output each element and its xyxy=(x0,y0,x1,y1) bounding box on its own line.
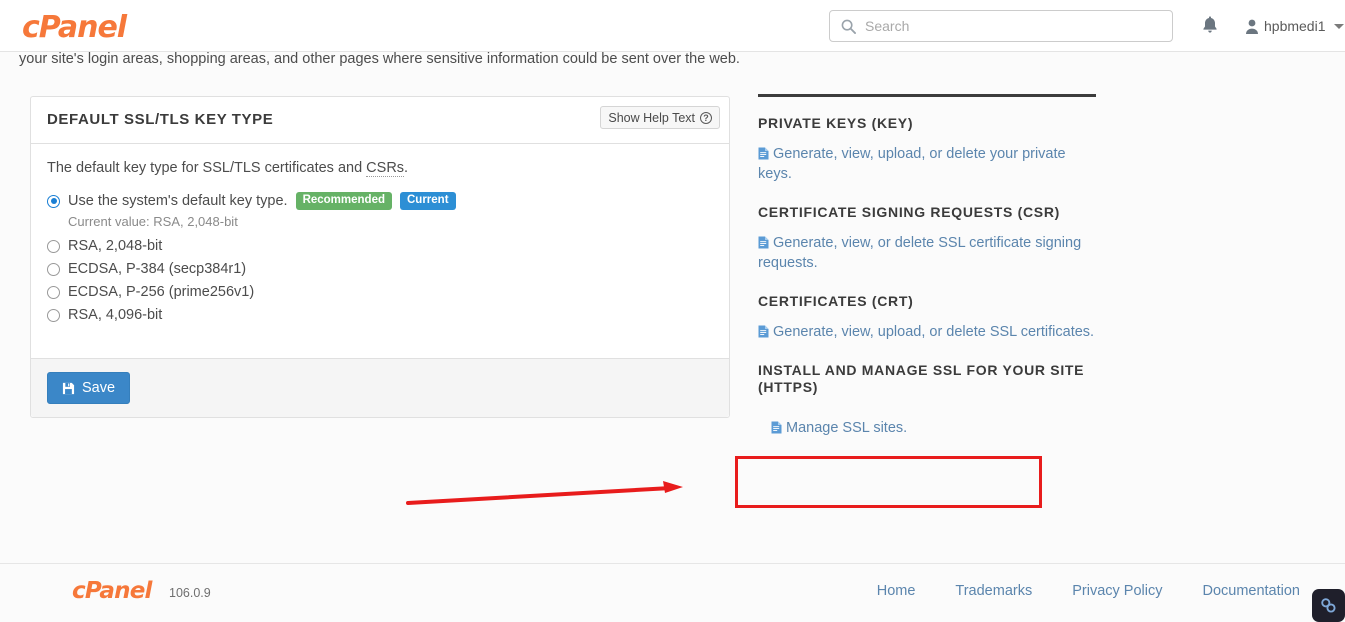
sidebar-link-private-keys[interactable]: Generate, view, upload, or delete your p… xyxy=(758,144,1096,184)
radio-button[interactable] xyxy=(47,194,60,208)
radio-label: Use the system's default key type. xyxy=(68,193,288,209)
default-ssl-key-type-panel: DEFAULT SSL/TLS KEY TYPE Show Help Text … xyxy=(30,96,730,418)
document-icon xyxy=(771,421,782,434)
annotation-highlight-box xyxy=(735,456,1042,508)
app-header: cPanel hpbmedi1 xyxy=(0,0,1345,52)
chevron-down-icon xyxy=(1333,23,1344,29)
section-title: PRIVATE KEYS (KEY) xyxy=(758,115,914,131)
sidebar-divider xyxy=(758,94,1096,97)
section-title: CERTIFICATES (CRT) xyxy=(758,293,914,309)
notifications-bell-icon[interactable] xyxy=(1201,15,1219,35)
sidebar-section-certificates: CERTIFICATES (CRT) Generate, view, uploa… xyxy=(758,293,1096,342)
sidebar-link-label: Generate, view, upload, or delete SSL ce… xyxy=(773,324,1095,340)
show-help-text-button[interactable]: Show Help Text ? xyxy=(600,106,720,129)
status-badge-current: Current xyxy=(400,192,456,210)
radio-option-ecdsa-p256[interactable]: ECDSA, P-256 (prime256v1) xyxy=(47,282,713,302)
footer-link-documentation[interactable]: Documentation xyxy=(1202,583,1300,599)
csr-abbreviation: CSRs xyxy=(366,160,405,177)
sidebar-link-certificates[interactable]: Generate, view, upload, or delete SSL ce… xyxy=(758,322,1096,342)
radio-label: RSA, 2,048-bit xyxy=(68,238,163,254)
radio-label: RSA, 4,096-bit xyxy=(68,307,163,323)
radio-label: ECDSA, P-256 (prime256v1) xyxy=(68,284,255,300)
footer-links: Home Trademarks Privacy Policy Documenta… xyxy=(877,583,1300,599)
current-value-text: Current value: RSA, 2,048-bit xyxy=(68,214,238,229)
sidebar-section-csr: CERTIFICATE SIGNING REQUESTS (CSR) Gener… xyxy=(758,204,1096,273)
cpanel-logo: cPanel xyxy=(22,10,127,45)
radio-option-rsa-2048[interactable]: RSA, 2,048-bit xyxy=(47,236,713,256)
sidebar-section-manage-ssl: INSTALL AND MANAGE SSL FOR YOUR SITE (HT… xyxy=(758,362,1096,438)
user-menu[interactable]: hpbmedi1 xyxy=(1245,16,1344,36)
search-input[interactable] xyxy=(863,11,1163,41)
radio-button[interactable] xyxy=(47,262,60,276)
sidebar-link-manage-ssl-sites[interactable]: Manage SSL sites. xyxy=(771,418,1096,438)
status-badge-recommended: Recommended xyxy=(295,192,392,210)
radio-button[interactable] xyxy=(47,239,60,253)
radio-option-rsa-4096[interactable]: RSA, 4,096-bit xyxy=(47,305,713,325)
section-title: CERTIFICATE SIGNING REQUESTS (CSR) xyxy=(758,204,1060,220)
ssl-tools-sidebar: PRIVATE KEYS (KEY) Generate, view, uploa… xyxy=(758,94,1096,458)
user-avatar-icon xyxy=(1246,19,1258,34)
save-button-label: Save xyxy=(82,380,116,396)
footer-version: 106.0.9 xyxy=(169,586,211,600)
page-title: DEFAULT SSL/TLS KEY TYPE xyxy=(47,111,274,128)
panel-description: The default key type for SSL/TLS certifi… xyxy=(47,160,713,177)
user-name: hpbmedi1 xyxy=(1264,18,1326,34)
footer-link-privacy-policy[interactable]: Privacy Policy xyxy=(1072,583,1162,599)
chain-link-icon xyxy=(1321,598,1336,613)
footer-link-trademarks[interactable]: Trademarks xyxy=(955,583,1032,599)
panel-footer: Save xyxy=(31,358,729,417)
radio-label: ECDSA, P-384 (secp384r1) xyxy=(68,261,247,277)
footer-divider xyxy=(0,563,1345,564)
annotation-arrow xyxy=(406,481,683,505)
document-icon xyxy=(758,236,769,249)
floppy-disk-icon xyxy=(62,382,75,394)
help-button-label: Show Help Text xyxy=(608,110,695,125)
question-circle-icon: ? xyxy=(700,111,712,124)
document-icon xyxy=(758,147,769,160)
intro-paragraph: your site's login areas, shopping areas,… xyxy=(19,51,740,67)
sidebar-link-label: Generate, view, or delete SSL certificat… xyxy=(758,235,1082,271)
search-icon xyxy=(841,19,856,34)
radio-button[interactable] xyxy=(47,285,60,299)
panel-heading: DEFAULT SSL/TLS KEY TYPE Show Help Text … xyxy=(31,97,729,144)
footer-link-home[interactable]: Home xyxy=(877,583,916,599)
radio-button[interactable] xyxy=(47,308,60,322)
document-icon xyxy=(758,325,769,338)
sidebar-link-csr[interactable]: Generate, view, or delete SSL certificat… xyxy=(758,233,1096,273)
footer-cpanel-logo: cPanel xyxy=(72,578,152,604)
floating-link-button[interactable] xyxy=(1312,589,1345,622)
description-suffix: . xyxy=(404,160,409,176)
panel-body: The default key type for SSL/TLS certifi… xyxy=(31,144,729,358)
radio-option-ecdsa-p384[interactable]: ECDSA, P-384 (secp384r1) xyxy=(47,259,713,279)
description-prefix: The default key type for SSL/TLS certifi… xyxy=(47,160,367,176)
radio-option-system-default[interactable]: Use the system's default key type. Recom… xyxy=(47,191,713,211)
save-button[interactable]: Save xyxy=(47,372,131,404)
sidebar-link-label: Generate, view, upload, or delete your p… xyxy=(758,146,1066,182)
section-title: INSTALL AND MANAGE SSL FOR YOUR SITE (HT… xyxy=(758,362,1085,395)
sidebar-section-private-keys: PRIVATE KEYS (KEY) Generate, view, uploa… xyxy=(758,115,1096,184)
search-box[interactable] xyxy=(829,10,1173,42)
sidebar-link-label: Manage SSL sites. xyxy=(786,420,908,436)
